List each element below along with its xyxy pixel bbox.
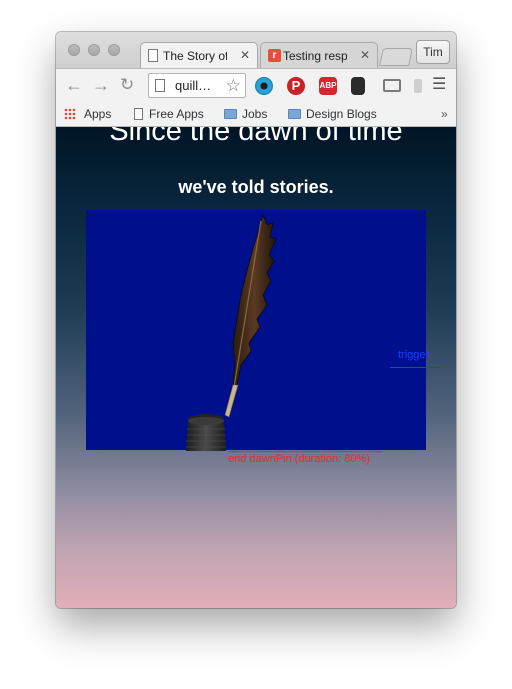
- forward-icon[interactable]: →: [92, 75, 110, 95]
- eye-extension-icon[interactable]: [255, 77, 273, 95]
- quill-and-inkwell-illustration: [186, 215, 277, 451]
- minimize-window-button[interactable]: [88, 44, 100, 56]
- tab-testing[interactable]: r Testing respo ✕: [260, 42, 378, 68]
- bookmark-star-icon[interactable]: ☆: [226, 76, 241, 95]
- tab-strip: The Story of ✕ r Testing respo ✕ Tim: [56, 32, 456, 68]
- scroll-trigger-marker: trigger: [398, 349, 430, 361]
- zoom-window-button[interactable]: [108, 44, 120, 56]
- bookmark-apps[interactable]: Apps: [84, 107, 111, 121]
- bookmark-design-blogs[interactable]: Design Blogs: [288, 107, 377, 121]
- address-bar[interactable]: quill… ☆: [148, 73, 246, 98]
- address-text: quill…: [175, 78, 212, 93]
- r-favicon-icon: r: [268, 49, 281, 62]
- tab-label: Testing respo: [283, 49, 347, 63]
- cast-icon[interactable]: [383, 79, 401, 92]
- trigger-line: [390, 367, 440, 368]
- page-icon: [134, 108, 143, 120]
- page-icon: [148, 49, 158, 62]
- bookmark-free-apps[interactable]: Free Apps: [134, 107, 204, 121]
- close-window-button[interactable]: [68, 44, 80, 56]
- profile-button[interactable]: Tim: [416, 40, 450, 64]
- end-marker-line: [228, 451, 383, 452]
- tab-story[interactable]: The Story of ✕: [140, 42, 258, 68]
- tab-label: The Story of: [163, 49, 227, 63]
- menu-icon[interactable]: ☰: [432, 75, 446, 95]
- bookmark-label: Design Blogs: [306, 107, 377, 121]
- folder-icon: [288, 109, 301, 119]
- adblock-plus-icon[interactable]: ABP: [319, 77, 337, 95]
- new-tab-button[interactable]: [379, 48, 413, 66]
- page-content: Since the dawn of time we've told storie…: [56, 127, 456, 608]
- close-icon[interactable]: ✕: [360, 48, 370, 62]
- bookmark-label: Free Apps: [149, 107, 204, 121]
- end-pin-marker: end dawnPin (duration: 80%): [228, 453, 370, 465]
- toolbar: ← → ↻ quill… ☆ P ABP ☰: [56, 68, 456, 102]
- back-icon[interactable]: ←: [65, 75, 83, 95]
- bookmarks-overflow-icon[interactable]: »: [441, 107, 448, 121]
- page-icon: [155, 79, 165, 92]
- close-icon[interactable]: ✕: [240, 48, 250, 62]
- extension-partial-icon[interactable]: [414, 79, 422, 93]
- page-headline: Since the dawn of time: [109, 127, 403, 147]
- browser-window: The Story of ✕ r Testing respo ✕ Tim ← →…: [56, 32, 456, 608]
- bookmark-label: Jobs: [242, 107, 268, 121]
- bookmark-jobs[interactable]: Jobs: [224, 107, 267, 121]
- reload-icon[interactable]: ↻: [120, 75, 134, 95]
- bookmarks-bar: Apps Free Apps Jobs Design Blogs »: [56, 102, 456, 127]
- owl-extension-icon[interactable]: [351, 77, 365, 95]
- pinterest-icon[interactable]: P: [287, 77, 305, 95]
- folder-icon: [224, 109, 237, 119]
- apps-grid-icon: [64, 108, 76, 120]
- page-subline: we've told stories.: [178, 177, 334, 197]
